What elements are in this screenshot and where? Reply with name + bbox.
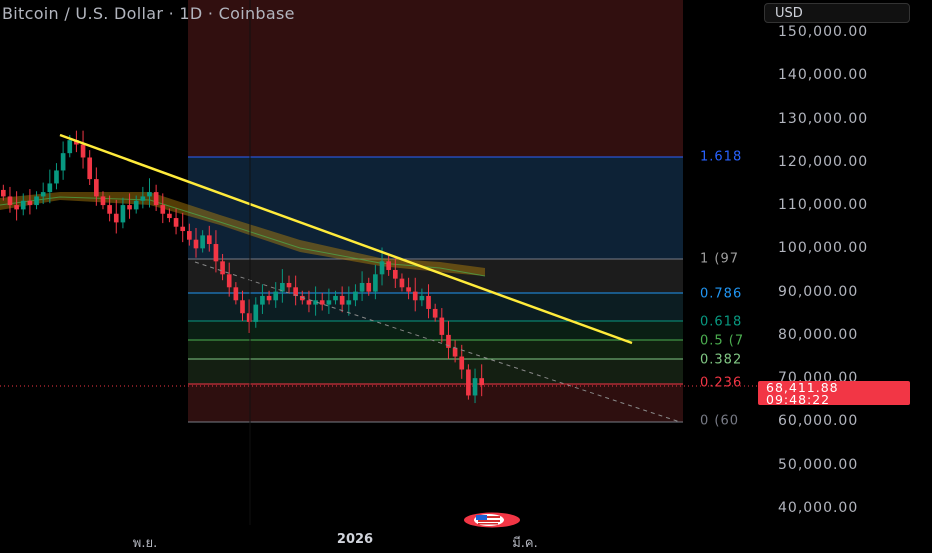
candle-body: [167, 213, 172, 219]
price-tick: 40,000.00: [778, 499, 859, 516]
price-tick: 130,000.00: [778, 110, 869, 127]
candle-body: [120, 205, 126, 223]
price-tick: 90,000.00: [778, 283, 859, 300]
candle-body: [419, 295, 425, 301]
candle-body: [180, 226, 186, 232]
candle-body: [60, 153, 66, 171]
candle-body: [213, 244, 219, 262]
candle-body: [359, 282, 365, 292]
fib-level-label: 1.618: [700, 149, 743, 165]
candle-body: [0, 189, 6, 197]
candle-body: [113, 213, 119, 223]
candle-body: [34, 196, 39, 206]
candle-body: [127, 205, 132, 210]
fib-level-label: 1 (97: [700, 251, 740, 267]
candle-body: [286, 282, 292, 288]
bar-countdown: 09:48:22: [766, 392, 831, 407]
candle-body: [133, 200, 139, 210]
candle-body: [253, 304, 259, 322]
candle-body: [326, 300, 332, 305]
price-tick: 110,000.00: [778, 197, 869, 214]
fib-level-label: 0.5 (7: [700, 333, 745, 348]
candle-body: [366, 282, 372, 292]
fib-zone-0236: [188, 384, 683, 422]
candle-body: [67, 140, 73, 154]
candle-body: [140, 196, 146, 201]
candle-body: [40, 192, 46, 197]
candle-body: [47, 183, 53, 193]
candle-body: [439, 317, 445, 335]
fib-level-label: 0.236: [700, 375, 743, 391]
candle-body: [54, 170, 59, 184]
candle-body: [466, 369, 471, 396]
candle-body: [266, 295, 272, 301]
candle-body: [7, 196, 13, 206]
candle-body: [220, 261, 225, 275]
fib-zone-0382: [188, 359, 683, 384]
candle-body: [412, 291, 418, 301]
candle-body: [233, 287, 239, 301]
price-tick: 50,000.00: [778, 456, 859, 473]
candle-body: [147, 192, 152, 197]
candle-body: [386, 261, 391, 270]
candle-body: [346, 300, 352, 305]
fib-level-label: 0.786: [700, 286, 743, 302]
candle-body: [80, 144, 86, 158]
candle-body: [479, 378, 485, 386]
candle-body: [200, 235, 205, 249]
candle-body: [187, 231, 192, 240]
price-tick: 100,000.00: [778, 240, 869, 257]
time-label-2026: 2026: [336, 532, 374, 547]
price-tick: 150,000.00: [778, 24, 869, 40]
candle-body: [14, 205, 19, 210]
fib-zone-0618: [188, 321, 683, 340]
candle-body: [153, 192, 159, 206]
fib-level-label: 0.618: [700, 314, 743, 330]
candle-body: [193, 239, 199, 249]
fibonacci-retracement[interactable]: [188, 0, 683, 423]
candle-body: [20, 200, 26, 210]
candle-body: [94, 179, 99, 197]
candle-body: [459, 356, 465, 370]
chart-title: Bitcoin / U.S. Dollar · 1D · Coinbase: [2, 4, 295, 23]
candle-body: [206, 235, 212, 245]
fib-zone-05: [188, 340, 683, 359]
price-tick: 120,000.00: [778, 153, 869, 170]
candle-body: [27, 200, 33, 206]
candle-body: [273, 291, 279, 301]
candle-body: [379, 261, 385, 275]
candle-body: [339, 295, 345, 305]
price-tick: 80,000.00: [778, 326, 859, 343]
price-tick: 60,000.00: [778, 413, 859, 430]
candle-body: [260, 295, 265, 305]
last-price-label: 68,411.88 09:48:22: [758, 381, 910, 407]
fib-level-label: 0.382: [700, 352, 743, 368]
candle-body: [87, 157, 93, 180]
candle-body: [160, 205, 166, 214]
candle-body: [392, 269, 398, 279]
candle-body: [246, 313, 252, 322]
candle-body: [240, 300, 245, 314]
candle-body: [333, 295, 338, 301]
us-event-flag-icon[interactable]: [462, 512, 522, 528]
candle-body: [399, 278, 405, 288]
candle-body: [100, 196, 106, 206]
candle-body: [173, 218, 179, 227]
candle-body: [353, 291, 358, 301]
candle-body: [319, 300, 325, 305]
candle-body: [452, 347, 458, 357]
candle-body: [226, 274, 232, 288]
candle-body: [426, 295, 431, 309]
candle-body: [373, 274, 378, 292]
price-tick: 140,000.00: [778, 67, 869, 84]
currency-selector[interactable]: USD: [764, 3, 910, 23]
candle-body: [107, 205, 112, 214]
candle-body: [432, 308, 438, 318]
candle-body: [306, 300, 312, 305]
fib-level-label: 0 (60: [700, 413, 740, 429]
candle-body: [406, 287, 411, 292]
fib-zone-top: [188, 0, 683, 157]
candle-body: [472, 378, 478, 396]
